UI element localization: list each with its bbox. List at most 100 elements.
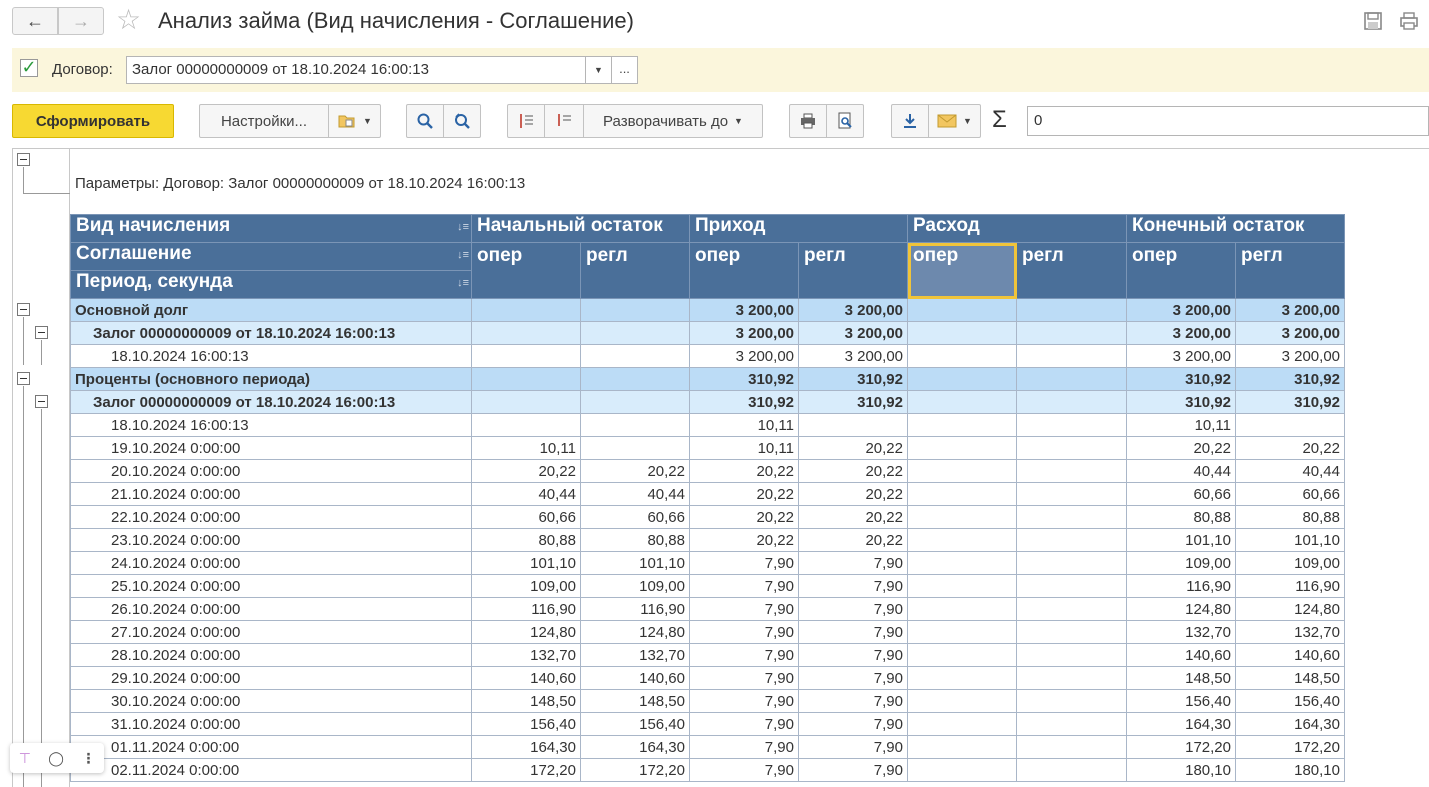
value-cell[interactable]: [580, 413, 690, 437]
value-cell[interactable]: 20,22: [798, 528, 908, 552]
value-cell[interactable]: 7,90: [798, 735, 908, 759]
value-cell[interactable]: [907, 620, 1017, 644]
value-cell[interactable]: [907, 528, 1017, 552]
value-cell[interactable]: 310,92: [689, 390, 799, 414]
value-cell[interactable]: 101,10: [1126, 528, 1236, 552]
value-cell[interactable]: [1016, 459, 1127, 483]
value-cell[interactable]: 7,90: [689, 758, 799, 782]
back-button[interactable]: ←: [12, 7, 58, 35]
value-cell[interactable]: [580, 390, 690, 414]
value-cell[interactable]: 140,60: [580, 666, 690, 690]
row-label[interactable]: 25.10.2024 0:00:00: [70, 574, 472, 598]
save-icon[interactable]: [1362, 10, 1384, 32]
value-cell[interactable]: 7,90: [798, 551, 908, 575]
report-area[interactable]: Параметры: Договор: Залог 00000000009 от…: [12, 148, 1429, 787]
row-label[interactable]: Проценты (основного периода): [70, 367, 472, 391]
value-cell[interactable]: [1016, 367, 1127, 391]
value-cell[interactable]: 10,11: [689, 436, 799, 460]
value-cell[interactable]: 148,50: [580, 689, 690, 713]
value-cell[interactable]: 7,90: [689, 620, 799, 644]
print-button[interactable]: [789, 104, 827, 138]
value-cell[interactable]: 60,66: [580, 505, 690, 529]
value-cell[interactable]: 20,22: [689, 505, 799, 529]
value-cell[interactable]: [1016, 712, 1127, 736]
collapse-params-icon[interactable]: [17, 153, 30, 166]
value-cell[interactable]: 20,22: [798, 482, 908, 506]
value-cell[interactable]: 40,44: [580, 482, 690, 506]
value-cell[interactable]: [580, 298, 690, 322]
row-label[interactable]: 01.11.2024 0:00:00: [70, 735, 472, 759]
row-label[interactable]: 24.10.2024 0:00:00: [70, 551, 472, 575]
value-cell[interactable]: 140,60: [471, 666, 581, 690]
collapse-subgroup-icon[interactable]: [35, 326, 48, 339]
header-opening-oper[interactable]: опер: [471, 242, 581, 299]
value-cell[interactable]: 124,80: [471, 620, 581, 644]
value-cell[interactable]: 310,92: [689, 367, 799, 391]
value-cell[interactable]: 7,90: [798, 712, 908, 736]
value-cell[interactable]: 20,22: [689, 482, 799, 506]
value-cell[interactable]: 116,90: [580, 597, 690, 621]
value-cell[interactable]: 3 200,00: [1126, 321, 1236, 345]
value-cell[interactable]: 310,92: [1126, 390, 1236, 414]
forward-button[interactable]: →: [58, 7, 104, 35]
value-cell[interactable]: 7,90: [689, 574, 799, 598]
value-cell[interactable]: 7,90: [689, 643, 799, 667]
table-row[interactable]: 01.11.2024 0:00:00 164,30 164,30 7,90 7,90 17…: [70, 735, 1345, 759]
value-cell[interactable]: 7,90: [798, 574, 908, 598]
row-label[interactable]: 20.10.2024 0:00:00: [70, 459, 472, 483]
value-cell[interactable]: 3 200,00: [1235, 344, 1345, 368]
value-cell[interactable]: 180,10: [1126, 758, 1236, 782]
value-cell[interactable]: 172,20: [471, 758, 581, 782]
value-cell[interactable]: [907, 689, 1017, 713]
value-cell[interactable]: 20,22: [798, 505, 908, 529]
row-label[interactable]: 02.11.2024 0:00:00: [70, 758, 472, 782]
value-cell[interactable]: [907, 551, 1017, 575]
subgroup-row[interactable]: Залог 00000000009 от 18.10.2024 16:00:13…: [70, 390, 1345, 414]
generate-button[interactable]: Сформировать: [12, 104, 174, 138]
value-cell[interactable]: 60,66: [1126, 482, 1236, 506]
value-cell[interactable]: 80,88: [580, 528, 690, 552]
contract-field[interactable]: Залог 00000000009 от 18.10.2024 16:00:13: [126, 56, 586, 84]
contract-select-button[interactable]: ...: [612, 56, 638, 84]
value-cell[interactable]: 140,60: [1126, 643, 1236, 667]
table-row[interactable]: 24.10.2024 0:00:00 101,10 101,10 7,90 7,90 10…: [70, 551, 1345, 575]
value-cell[interactable]: 20,22: [798, 459, 908, 483]
row-label[interactable]: 22.10.2024 0:00:00: [70, 505, 472, 529]
value-cell[interactable]: [907, 436, 1017, 460]
value-cell[interactable]: 310,92: [1235, 390, 1345, 414]
value-cell[interactable]: 310,92: [798, 390, 908, 414]
value-cell[interactable]: 124,80: [1126, 597, 1236, 621]
value-cell[interactable]: 116,90: [1126, 574, 1236, 598]
value-cell[interactable]: 3 200,00: [1235, 298, 1345, 322]
table-row[interactable]: 27.10.2024 0:00:00 124,80 124,80 7,90 7,90 13…: [70, 620, 1345, 644]
table-row[interactable]: 26.10.2024 0:00:00 116,90 116,90 7,90 7,90 12…: [70, 597, 1345, 621]
value-cell[interactable]: [907, 367, 1017, 391]
value-cell[interactable]: 40,44: [1126, 459, 1236, 483]
value-cell[interactable]: [1016, 574, 1127, 598]
value-cell[interactable]: [1016, 758, 1127, 782]
value-cell[interactable]: 3 200,00: [1126, 344, 1236, 368]
value-cell[interactable]: [907, 390, 1017, 414]
header-income-oper[interactable]: опер: [689, 242, 799, 299]
expand-to-dropdown[interactable]: Разворачивать до ▼: [583, 104, 763, 138]
value-cell[interactable]: 172,20: [1235, 735, 1345, 759]
row-label[interactable]: 28.10.2024 0:00:00: [70, 643, 472, 667]
value-cell[interactable]: 3 200,00: [689, 321, 799, 345]
header-expense-oper-selected[interactable]: опер: [907, 242, 1017, 299]
value-cell[interactable]: 156,40: [471, 712, 581, 736]
row-label[interactable]: 18.10.2024 16:00:13: [70, 413, 472, 437]
row-label[interactable]: 23.10.2024 0:00:00: [70, 528, 472, 552]
value-cell[interactable]: [907, 321, 1017, 345]
header-closing-balance[interactable]: Конечный остаток: [1126, 214, 1345, 243]
value-cell[interactable]: 172,20: [1126, 735, 1236, 759]
value-cell[interactable]: 164,30: [471, 735, 581, 759]
value-cell[interactable]: [1016, 551, 1127, 575]
value-cell[interactable]: [580, 344, 690, 368]
value-cell[interactable]: 148,50: [1235, 666, 1345, 690]
table-row[interactable]: 30.10.2024 0:00:00 148,50 148,50 7,90 7,90 15…: [70, 689, 1345, 713]
table-row[interactable]: 21.10.2024 0:00:00 40,44 40,44 20,22 20,22 60…: [70, 482, 1345, 506]
value-cell[interactable]: 156,40: [1126, 689, 1236, 713]
value-cell[interactable]: 7,90: [689, 597, 799, 621]
value-cell[interactable]: [1016, 505, 1127, 529]
send-email-button[interactable]: ▼: [928, 104, 981, 138]
